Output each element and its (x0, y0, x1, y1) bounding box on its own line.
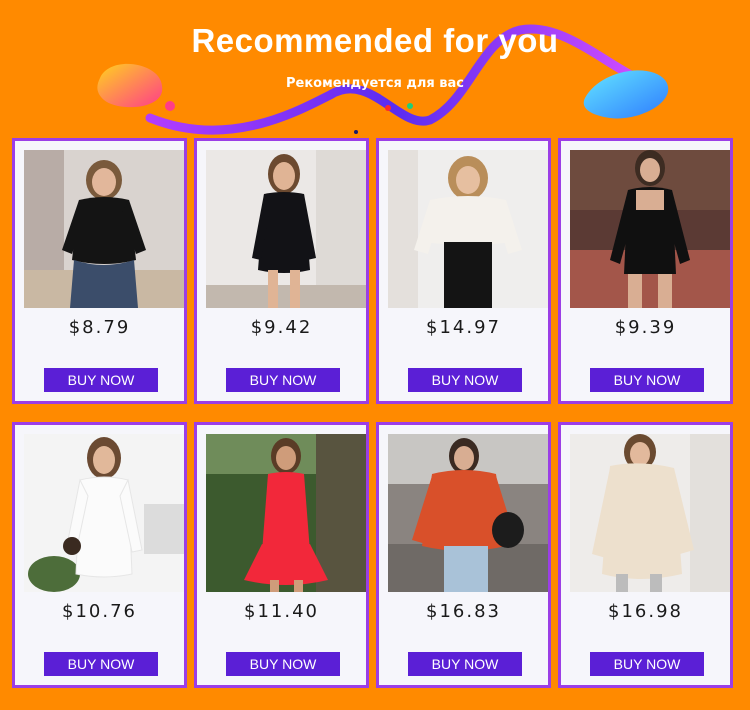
product-price: $10.76 (62, 601, 137, 622)
product-row: $10.76 BUY NOW $11.40 BUY NOW $16.83 BUY… (12, 422, 738, 694)
product-photo-image (206, 150, 366, 308)
buy-now-button[interactable]: BUY NOW (590, 652, 704, 676)
product-photo[interactable] (570, 434, 730, 592)
product-photo[interactable] (206, 150, 366, 308)
product-photo[interactable] (570, 150, 730, 308)
product-card[interactable]: $16.98 BUY NOW (558, 422, 733, 688)
buy-now-button[interactable]: BUY NOW (44, 368, 158, 392)
product-photo-image (24, 434, 184, 592)
product-photo-image (570, 150, 730, 308)
product-card[interactable]: $16.83 BUY NOW (376, 422, 551, 688)
buy-now-button[interactable]: BUY NOW (44, 652, 158, 676)
product-card[interactable]: $14.97 BUY NOW (376, 138, 551, 404)
product-photo[interactable] (24, 150, 184, 308)
product-photo-image (206, 434, 366, 592)
product-card[interactable]: $11.40 BUY NOW (194, 422, 369, 688)
buy-now-button[interactable]: BUY NOW (226, 652, 340, 676)
product-photo-image (388, 150, 548, 308)
product-price: $11.40 (244, 601, 319, 622)
buy-now-button[interactable]: BUY NOW (226, 368, 340, 392)
buy-now-button[interactable]: BUY NOW (408, 652, 522, 676)
header-banner: Recommended for you Рекомендуется для ва… (0, 0, 750, 140)
product-price: $16.98 (608, 601, 683, 622)
product-photo[interactable] (206, 434, 366, 592)
product-card[interactable]: $8.79 BUY NOW (12, 138, 187, 404)
page-title: Recommended for you (191, 22, 559, 59)
product-card[interactable]: $9.42 BUY NOW (194, 138, 369, 404)
product-photo[interactable] (388, 150, 548, 308)
product-row: $8.79 BUY NOW $9.42 BUY NOW $14.97 BUY N… (12, 138, 738, 410)
product-photo-image (24, 150, 184, 308)
decorative-ribbon (97, 24, 669, 135)
product-photo[interactable] (24, 434, 184, 592)
product-card[interactable]: $10.76 BUY NOW (12, 422, 187, 688)
page-subtitle: Рекомендуется для вас (285, 76, 465, 91)
buy-now-button[interactable]: BUY NOW (408, 368, 522, 392)
product-photo[interactable] (388, 434, 548, 592)
product-price: $9.39 (614, 317, 677, 338)
product-price: $9.42 (250, 317, 313, 338)
product-photo-image (570, 434, 730, 592)
product-price: $16.83 (426, 601, 501, 622)
buy-now-button[interactable]: BUY NOW (590, 368, 704, 392)
product-grid: $8.79 BUY NOW $9.42 BUY NOW $14.97 BUY N… (12, 138, 738, 694)
product-card[interactable]: $9.39 BUY NOW (558, 138, 733, 404)
product-photo-image (388, 434, 548, 592)
product-price: $8.79 (68, 317, 131, 338)
product-price: $14.97 (426, 317, 501, 338)
